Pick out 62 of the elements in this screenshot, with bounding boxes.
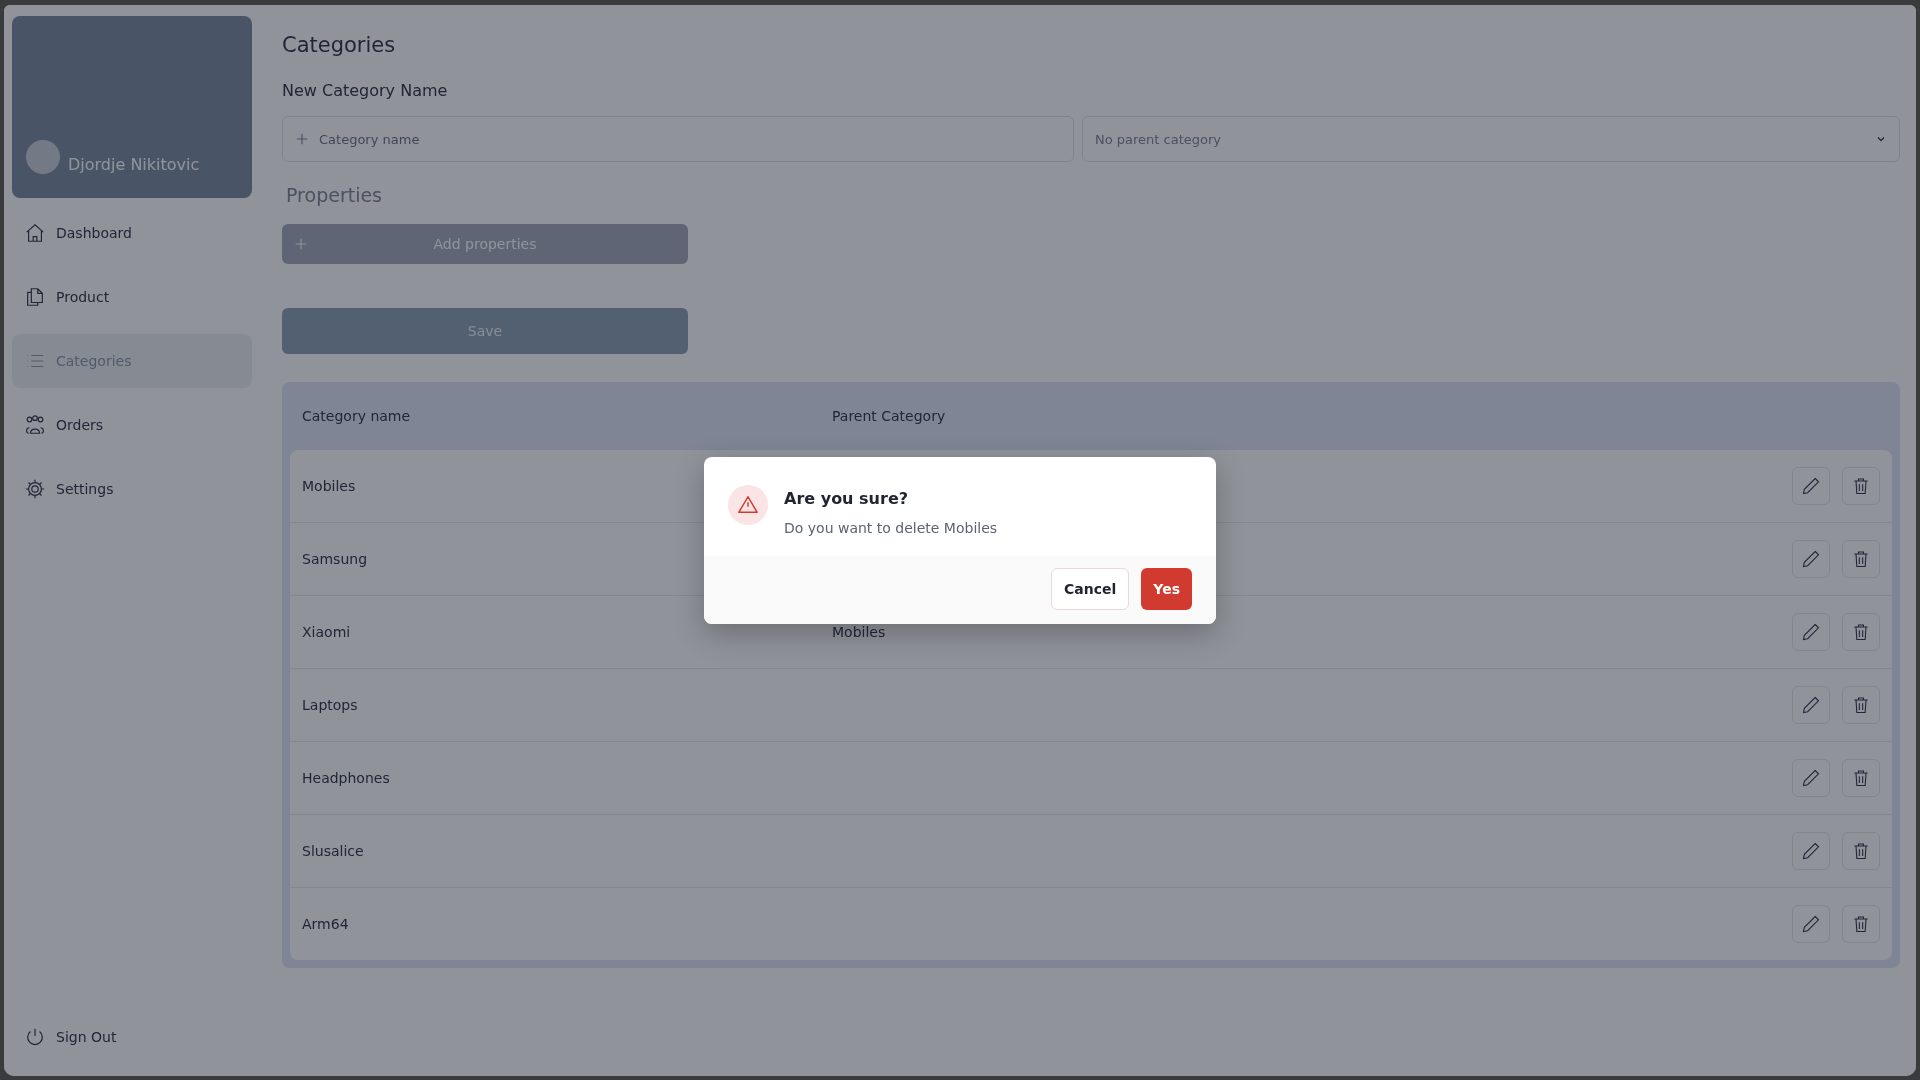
trash-icon: [1851, 476, 1871, 496]
power-icon: [24, 1026, 46, 1048]
trash-icon: [1851, 549, 1871, 569]
table-cell: Slusalice: [302, 843, 364, 859]
category-name-field[interactable]: Category name: [282, 116, 1074, 162]
table-cell: Laptops: [302, 697, 358, 713]
plus-icon: [294, 237, 308, 251]
trash-icon: [1851, 914, 1871, 934]
sidebar-item[interactable]: Dashboard: [12, 206, 252, 260]
table-cell: Mobiles: [832, 624, 886, 640]
settings-icon: [24, 478, 46, 500]
edit-button[interactable]: [1792, 832, 1830, 870]
delete-button[interactable]: [1842, 759, 1880, 797]
edit-button[interactable]: [1792, 686, 1830, 724]
delete-button[interactable]: [1842, 686, 1880, 724]
section-label: Properties: [286, 184, 383, 206]
page-title: Categories: [282, 33, 396, 57]
trash-icon: [1851, 768, 1871, 788]
pencil-icon: [1801, 914, 1821, 934]
trash-icon: [1851, 695, 1871, 715]
warning-icon: [728, 485, 768, 525]
people-icon: [24, 414, 46, 436]
delete-button[interactable]: [1842, 540, 1880, 578]
table-cell: Arm64: [302, 916, 349, 932]
home-icon: [24, 222, 46, 244]
pencil-icon: [1801, 768, 1821, 788]
user-name: Djordje Nikitovic: [68, 155, 200, 174]
table-cell: Samsung: [302, 551, 368, 567]
avatar: [26, 140, 60, 174]
pencil-icon: [1801, 695, 1821, 715]
edit-button[interactable]: [1792, 905, 1830, 943]
delete-button[interactable]: [1842, 832, 1880, 870]
sidebar-item[interactable]: Product: [12, 270, 252, 324]
column-header: Parent Category: [832, 408, 947, 424]
delete-button[interactable]: [1842, 467, 1880, 505]
pencil-icon: [1801, 549, 1821, 569]
sidebar-item[interactable]: Settings: [12, 462, 252, 516]
delete-button[interactable]: [1842, 613, 1880, 651]
pencil-icon: [1801, 841, 1821, 861]
delete-button[interactable]: [1842, 905, 1880, 943]
edit-button[interactable]: [1792, 540, 1830, 578]
sidebar-item[interactable]: Orders: [12, 398, 252, 452]
documents-icon: [24, 286, 46, 308]
trash-icon: [1851, 841, 1871, 861]
table-cell: Mobiles: [302, 478, 356, 494]
sign-out-link[interactable]: Sign Out: [12, 1010, 252, 1064]
trash-icon: [1851, 622, 1871, 642]
table-cell: Headphones: [302, 770, 390, 786]
cancel-button[interactable]: Cancel: [1051, 568, 1130, 610]
field-label: New Category Name: [282, 81, 448, 100]
edit-button[interactable]: [1792, 613, 1830, 651]
plus-icon: [295, 132, 309, 146]
edit-button[interactable]: [1792, 467, 1830, 505]
pencil-icon: [1801, 622, 1821, 642]
column-header: Category name: [302, 408, 412, 424]
table-cell: Xiaomi: [302, 624, 351, 640]
dialog-title: Are you sure?: [784, 489, 909, 508]
parent-category-select[interactable]: No parent category: [1082, 116, 1900, 162]
confirm-button[interactable]: Yes: [1141, 568, 1192, 610]
pencil-icon: [1801, 476, 1821, 496]
edit-button[interactable]: [1792, 759, 1830, 797]
dialog-message: Do you want to delete Mobiles: [784, 520, 998, 536]
